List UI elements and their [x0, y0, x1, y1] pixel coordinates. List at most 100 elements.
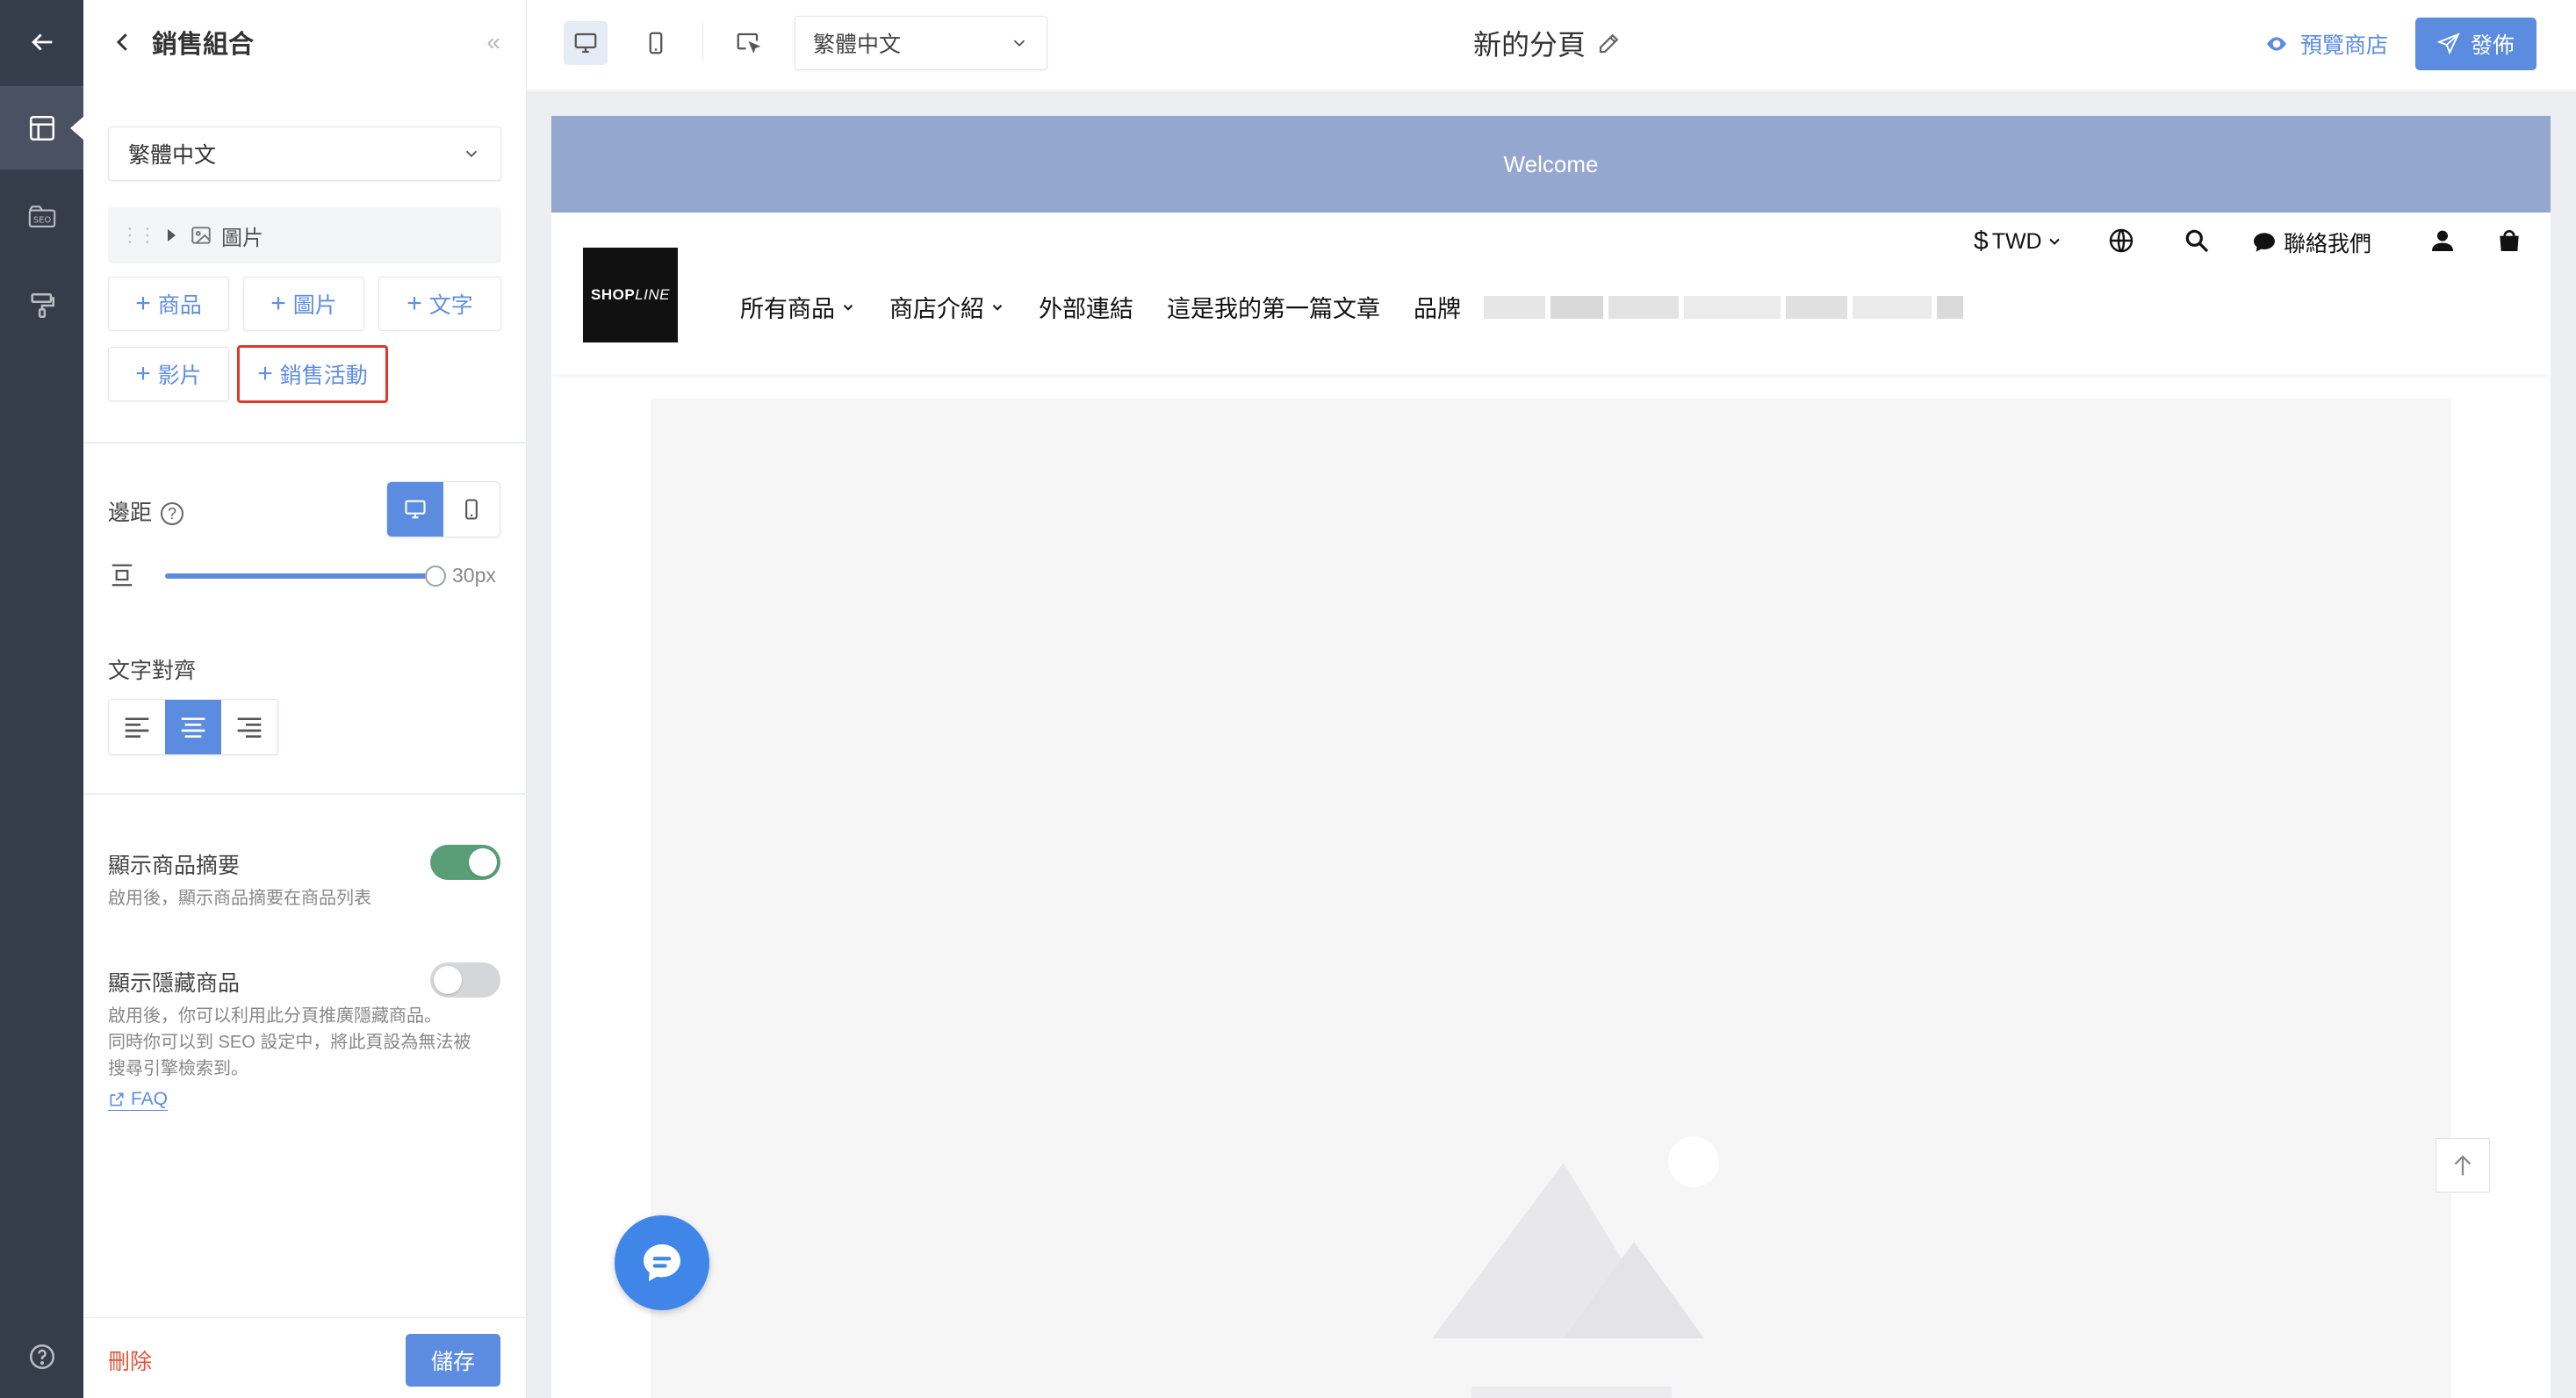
chevron-left-icon[interactable]: [110, 29, 136, 55]
show-hidden-hint: 啟用後，你可以利用此分頁推廣隱藏商品。 同時你可以到 SEO 設定中，將此頁設為…: [108, 1006, 471, 1078]
settings-panel: 銷售組合 « 繁體中文 ⋮⋮ 圖片 + 商品 + 圖片 + 文字 + 影片 + 銷售活動 …: [83, 0, 527, 1398]
panel-header: 銷售組合 «: [83, 0, 527, 83]
desktop-icon: [405, 500, 426, 519]
margin-device-toggle: [386, 481, 500, 537]
store-nav: 所有商品 商店介紹 外部連結 這是我的第一篇文章 品牌: [740, 290, 1968, 324]
show-hidden-toggle[interactable]: [430, 962, 500, 998]
mobile-icon: [649, 32, 663, 54]
add-image-button[interactable]: + 圖片: [243, 277, 364, 331]
chat-button[interactable]: [615, 1215, 709, 1310]
panel-footer: 刪除 儲存: [83, 1317, 527, 1398]
align-right-icon: [237, 717, 262, 738]
chevron-down-icon: [1013, 40, 1025, 47]
currency-selector[interactable]: $ TWD: [1974, 227, 2063, 256]
show-hidden-label: 顯示隱藏商品: [108, 971, 241, 996]
nav-store-intro[interactable]: 商店介紹: [889, 290, 1005, 324]
drag-handle-icon[interactable]: ⋮⋮: [120, 224, 157, 247]
chevron-down-icon: [465, 150, 478, 158]
globe-icon[interactable]: [2107, 227, 2135, 255]
mobile-toggle[interactable]: [443, 482, 500, 537]
image-placeholder-icon: [1432, 1136, 1719, 1338]
add-text-button[interactable]: + 文字: [378, 277, 501, 331]
tree-item-image[interactable]: ⋮⋮ 圖片: [108, 207, 501, 263]
edit-pencil-icon[interactable]: [1596, 30, 1623, 56]
collapse-icon[interactable]: «: [486, 28, 500, 56]
paper-plane-icon: [2436, 32, 2460, 55]
align-center-button[interactable]: [165, 700, 221, 754]
caption-placeholder: [1471, 1387, 1672, 1398]
mobile-view-button[interactable]: [634, 21, 678, 65]
chat-icon: [644, 1244, 680, 1281]
margin-slider-knob[interactable]: [425, 566, 446, 587]
divider: [83, 793, 527, 795]
margin-slider[interactable]: [165, 566, 446, 587]
image-icon: [191, 227, 211, 244]
desktop-toggle[interactable]: [387, 482, 443, 537]
preview-store-link[interactable]: 預覽商店: [2265, 28, 2388, 60]
chevron-down-icon: [992, 304, 1003, 311]
nav-brand[interactable]: 品牌: [1414, 290, 1461, 324]
chevron-down-icon: [843, 304, 853, 311]
panel-language-select[interactable]: 繁體中文: [108, 126, 501, 181]
panel-title: 銷售組合: [152, 30, 255, 59]
back-arrow-icon[interactable]: [0, 0, 83, 83]
scroll-to-top-button[interactable]: [2436, 1138, 2490, 1193]
svg-text:SEO: SEO: [32, 215, 51, 225]
add-promotion-button[interactable]: + 銷售活動: [237, 345, 388, 403]
show-summary-toggle[interactable]: [430, 845, 500, 880]
tree-item-label: 圖片: [221, 226, 263, 250]
align-right-button[interactable]: [221, 700, 277, 754]
publish-button[interactable]: 發佈: [2415, 18, 2536, 70]
show-summary-label: 顯示商品摘要: [108, 854, 241, 878]
help-icon[interactable]: ?: [161, 502, 184, 526]
seo-icon[interactable]: SEO: [0, 176, 83, 259]
faq-link[interactable]: FAQ: [108, 1089, 169, 1111]
contact-us-link[interactable]: 聯絡我們: [2250, 227, 2371, 258]
blurred-nav-items: [1484, 295, 1968, 319]
cart-bag-icon[interactable]: [2495, 227, 2523, 255]
text-align-label: 文字對齊: [108, 659, 197, 683]
margin-value: 30px: [452, 564, 496, 587]
delete-button[interactable]: 刪除: [108, 1344, 152, 1376]
add-video-button[interactable]: + 影片: [108, 347, 229, 401]
arrow-up-icon: [2454, 1155, 2472, 1176]
nav-first-article[interactable]: 這是我的第一篇文章: [1167, 290, 1380, 324]
preview-canvas: Welcome SHOP LINE $ TWD 聯絡我們 所有商品 商店介紹 外…: [527, 91, 2576, 1398]
align-left-icon: [125, 717, 149, 738]
paint-roller-icon[interactable]: [0, 263, 83, 347]
margin-label: 邊距?: [108, 495, 184, 527]
layout-icon[interactable]: [0, 86, 84, 169]
panel-language-value: 繁體中文: [128, 143, 217, 168]
nav-all-products[interactable]: 所有商品: [740, 290, 856, 324]
toolbar-language-select[interactable]: 繁體中文: [795, 16, 1047, 70]
show-summary-hint: 啟用後，顯示商品摘要在商品列表: [108, 889, 371, 908]
align-center-icon: [181, 717, 205, 738]
welcome-banner: Welcome: [551, 116, 2551, 213]
help-circle-icon[interactable]: [0, 1315, 83, 1398]
top-toolbar: 繁體中文 新的分頁 預覽商店 發佈: [527, 0, 2576, 90]
eye-icon: [2267, 37, 2286, 51]
desktop-icon: [574, 32, 597, 54]
desktop-view-button[interactable]: [564, 21, 608, 65]
align-left-button[interactable]: [109, 700, 165, 754]
cursor-select-icon: [737, 32, 761, 54]
divider: [83, 442, 527, 443]
store-logo[interactable]: SHOP LINE: [583, 248, 678, 342]
toolbar-language-value: 繁體中文: [813, 32, 902, 57]
store-preview: Welcome SHOP LINE $ TWD 聯絡我們 所有商品 商店介紹 外…: [551, 116, 2551, 1398]
page-name: 新的分頁: [1473, 23, 1623, 63]
select-element-button[interactable]: [726, 21, 770, 65]
text-align-group: [108, 699, 278, 755]
left-rail: SEO: [0, 0, 84, 1398]
account-icon[interactable]: [2428, 227, 2457, 255]
save-button[interactable]: 儲存: [406, 1334, 500, 1387]
vertical-spacing-icon: [112, 564, 133, 587]
caret-right-icon[interactable]: [168, 229, 176, 241]
nav-external-link[interactable]: 外部連結: [1039, 290, 1133, 324]
margin-slider-fill: [165, 573, 435, 579]
image-placeholder-area[interactable]: [651, 399, 2451, 1398]
add-product-button[interactable]: + 商品: [108, 277, 229, 331]
mobile-icon: [465, 499, 478, 520]
search-icon[interactable]: [2183, 227, 2211, 255]
chevron-down-icon: [2048, 238, 2060, 245]
